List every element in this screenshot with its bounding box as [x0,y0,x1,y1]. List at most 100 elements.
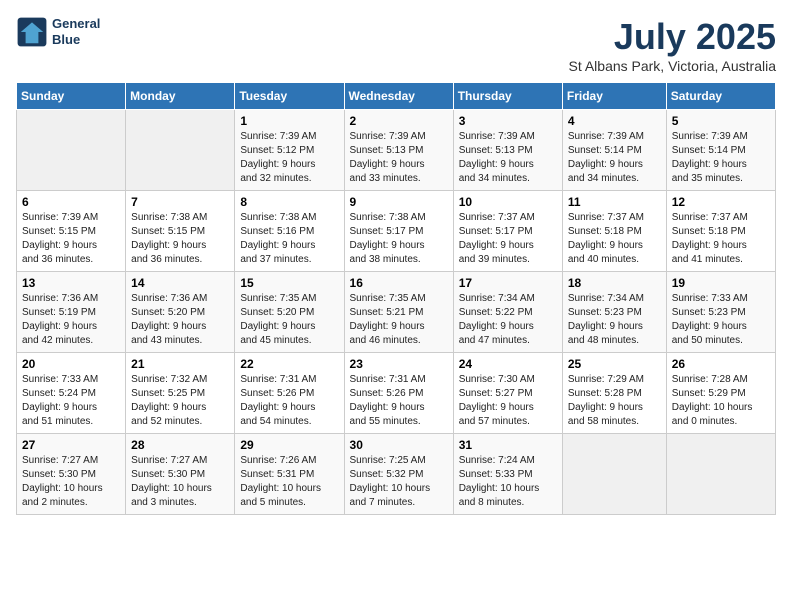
day-number: 14 [131,276,229,290]
calendar-cell: 15 Sunrise: 7:35 AM Sunset: 5:20 PM Dayli… [235,272,344,353]
cell-content: Sunrise: 7:37 AM Sunset: 5:18 PM Dayligh… [672,211,770,267]
day-number: 8 [240,195,338,209]
cell-content: Sunrise: 7:33 AM Sunset: 5:23 PM Dayligh… [672,292,770,348]
calendar-body: 1 Sunrise: 7:39 AM Sunset: 5:12 PM Daylig… [17,110,776,515]
day-number: 15 [240,276,338,290]
day-number: 3 [459,114,557,128]
week-row-5: 27 Sunrise: 7:27 AM Sunset: 5:30 PM Dayli… [17,434,776,515]
day-number: 26 [672,357,770,371]
calendar-cell: 29 Sunrise: 7:26 AM Sunset: 5:31 PM Dayli… [235,434,344,515]
day-number: 23 [350,357,448,371]
logo-icon [16,16,48,48]
cell-content: Sunrise: 7:39 AM Sunset: 5:14 PM Dayligh… [672,130,770,186]
calendar-cell: 5Sunrise: 7:39 AM Sunset: 5:14 PM Daylig… [666,110,775,191]
calendar-cell [17,110,126,191]
cell-content: Sunrise: 7:30 AM Sunset: 5:27 PM Dayligh… [459,373,557,429]
day-number: 31 [459,438,557,452]
day-header-friday: Friday [562,83,666,110]
calendar-cell: 31 Sunrise: 7:24 AM Sunset: 5:33 PM Dayli… [453,434,562,515]
calendar-cell: 25 Sunrise: 7:29 AM Sunset: 5:28 PM Dayli… [562,353,666,434]
cell-content: Sunrise: 7:32 AM Sunset: 5:25 PM Dayligh… [131,373,229,429]
page-header: General Blue July 2025 St Albans Park, V… [16,16,776,74]
cell-content: Sunrise: 7:31 AM Sunset: 5:26 PM Dayligh… [240,373,338,429]
calendar-cell: 21 Sunrise: 7:32 AM Sunset: 5:25 PM Dayli… [126,353,235,434]
day-number: 24 [459,357,557,371]
calendar-cell: 1 Sunrise: 7:39 AM Sunset: 5:12 PM Daylig… [235,110,344,191]
cell-content: Sunrise: 7:26 AM Sunset: 5:31 PM Dayligh… [240,454,338,510]
week-row-4: 20Sunrise: 7:33 AM Sunset: 5:24 PM Dayli… [17,353,776,434]
cell-content: Sunrise: 7:35 AM Sunset: 5:20 PM Dayligh… [240,292,338,348]
calendar-cell: 24 Sunrise: 7:30 AM Sunset: 5:27 PM Dayli… [453,353,562,434]
calendar-cell: 20Sunrise: 7:33 AM Sunset: 5:24 PM Dayli… [17,353,126,434]
logo: General Blue [16,16,100,48]
cell-content: Sunrise: 7:28 AM Sunset: 5:29 PM Dayligh… [672,373,770,429]
calendar-cell: 26 Sunrise: 7:28 AM Sunset: 5:29 PM Dayli… [666,353,775,434]
cell-content: Sunrise: 7:38 AM Sunset: 5:15 PM Dayligh… [131,211,229,267]
cell-content: Sunrise: 7:39 AM Sunset: 5:13 PM Dayligh… [459,130,557,186]
day-number: 20 [22,357,120,371]
calendar-cell: 4 Sunrise: 7:39 AM Sunset: 5:14 PM Daylig… [562,110,666,191]
calendar-cell: 3 Sunrise: 7:39 AM Sunset: 5:13 PM Daylig… [453,110,562,191]
calendar-cell: 9Sunrise: 7:38 AM Sunset: 5:17 PM Daylig… [344,191,453,272]
day-number: 11 [568,195,661,209]
cell-content: Sunrise: 7:36 AM Sunset: 5:19 PM Dayligh… [22,292,120,348]
day-number: 16 [350,276,448,290]
day-header-saturday: Saturday [666,83,775,110]
cell-content: Sunrise: 7:37 AM Sunset: 5:18 PM Dayligh… [568,211,661,267]
cell-content: Sunrise: 7:36 AM Sunset: 5:20 PM Dayligh… [131,292,229,348]
day-number: 30 [350,438,448,452]
cell-content: Sunrise: 7:39 AM Sunset: 5:14 PM Dayligh… [568,130,661,186]
day-number: 22 [240,357,338,371]
day-header-thursday: Thursday [453,83,562,110]
day-header-wednesday: Wednesday [344,83,453,110]
calendar-cell: 19Sunrise: 7:33 AM Sunset: 5:23 PM Dayli… [666,272,775,353]
cell-content: Sunrise: 7:35 AM Sunset: 5:21 PM Dayligh… [350,292,448,348]
logo-text: General Blue [52,16,100,47]
day-number: 28 [131,438,229,452]
cell-content: Sunrise: 7:39 AM Sunset: 5:13 PM Dayligh… [350,130,448,186]
cell-content: Sunrise: 7:24 AM Sunset: 5:33 PM Dayligh… [459,454,557,510]
day-number: 10 [459,195,557,209]
page-title: July 2025 [568,16,776,58]
week-row-2: 6 Sunrise: 7:39 AM Sunset: 5:15 PM Daylig… [17,191,776,272]
cell-content: Sunrise: 7:27 AM Sunset: 5:30 PM Dayligh… [22,454,120,510]
calendar-cell: 28Sunrise: 7:27 AM Sunset: 5:30 PM Dayli… [126,434,235,515]
day-number: 7 [131,195,229,209]
cell-content: Sunrise: 7:34 AM Sunset: 5:22 PM Dayligh… [459,292,557,348]
day-number: 25 [568,357,661,371]
calendar-header-row: SundayMondayTuesdayWednesdayThursdayFrid… [17,83,776,110]
calendar-cell: 22 Sunrise: 7:31 AM Sunset: 5:26 PM Dayli… [235,353,344,434]
calendar-cell: 8 Sunrise: 7:38 AM Sunset: 5:16 PM Daylig… [235,191,344,272]
cell-content: Sunrise: 7:31 AM Sunset: 5:26 PM Dayligh… [350,373,448,429]
calendar-cell: 27 Sunrise: 7:27 AM Sunset: 5:30 PM Dayli… [17,434,126,515]
calendar-cell: 23 Sunrise: 7:31 AM Sunset: 5:26 PM Dayli… [344,353,453,434]
day-number: 1 [240,114,338,128]
calendar-cell: 6 Sunrise: 7:39 AM Sunset: 5:15 PM Daylig… [17,191,126,272]
day-number: 4 [568,114,661,128]
day-header-monday: Monday [126,83,235,110]
calendar-table: SundayMondayTuesdayWednesdayThursdayFrid… [16,82,776,515]
day-number: 18 [568,276,661,290]
day-number: 2 [350,114,448,128]
calendar-cell: 10 Sunrise: 7:37 AM Sunset: 5:17 PM Dayli… [453,191,562,272]
cell-content: Sunrise: 7:38 AM Sunset: 5:16 PM Dayligh… [240,211,338,267]
calendar-cell: 17Sunrise: 7:34 AM Sunset: 5:22 PM Dayli… [453,272,562,353]
week-row-1: 1 Sunrise: 7:39 AM Sunset: 5:12 PM Daylig… [17,110,776,191]
cell-content: Sunrise: 7:39 AM Sunset: 5:15 PM Dayligh… [22,211,120,267]
day-number: 29 [240,438,338,452]
calendar-cell: 7 Sunrise: 7:38 AM Sunset: 5:15 PM Daylig… [126,191,235,272]
calendar-cell: 11 Sunrise: 7:37 AM Sunset: 5:18 PM Dayli… [562,191,666,272]
title-area: July 2025 St Albans Park, Victoria, Aust… [568,16,776,74]
cell-content: Sunrise: 7:38 AM Sunset: 5:17 PM Dayligh… [350,211,448,267]
day-number: 27 [22,438,120,452]
calendar-cell: 16 Sunrise: 7:35 AM Sunset: 5:21 PM Dayli… [344,272,453,353]
day-number: 21 [131,357,229,371]
day-number: 6 [22,195,120,209]
week-row-3: 13Sunrise: 7:36 AM Sunset: 5:19 PM Dayli… [17,272,776,353]
calendar-cell: 2 Sunrise: 7:39 AM Sunset: 5:13 PM Daylig… [344,110,453,191]
calendar-cell: 13Sunrise: 7:36 AM Sunset: 5:19 PM Dayli… [17,272,126,353]
cell-content: Sunrise: 7:37 AM Sunset: 5:17 PM Dayligh… [459,211,557,267]
cell-content: Sunrise: 7:29 AM Sunset: 5:28 PM Dayligh… [568,373,661,429]
calendar-cell: 12Sunrise: 7:37 AM Sunset: 5:18 PM Dayli… [666,191,775,272]
cell-content: Sunrise: 7:39 AM Sunset: 5:12 PM Dayligh… [240,130,338,186]
